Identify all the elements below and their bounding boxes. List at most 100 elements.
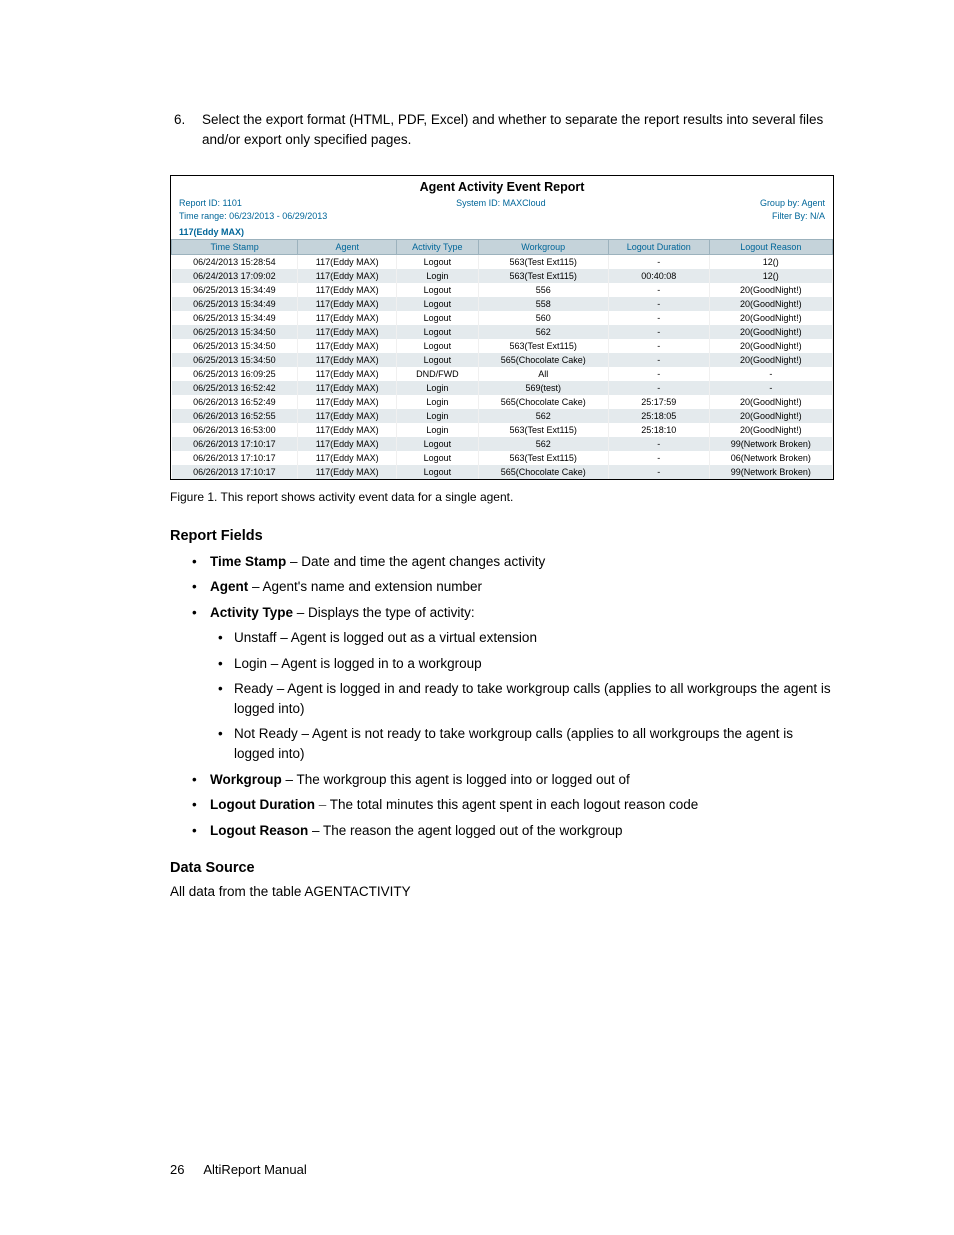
field-item: Time Stamp – Date and time the agent cha… <box>210 552 834 572</box>
field-name: Agent <box>210 579 248 594</box>
table-row: 06/24/2013 15:28:54117(Eddy MAX)Logout56… <box>172 254 833 269</box>
table-cell: - <box>709 381 832 395</box>
table-cell: DND/FWD <box>397 367 478 381</box>
table-cell: - <box>608 353 709 367</box>
table-body: 06/24/2013 15:28:54117(Eddy MAX)Logout56… <box>172 254 833 479</box>
table-cell: 25:18:05 <box>608 409 709 423</box>
table-cell: 562 <box>478 409 608 423</box>
table-cell: 117(Eddy MAX) <box>298 395 397 409</box>
table-row: 06/25/2013 15:34:50117(Eddy MAX)Logout56… <box>172 325 833 339</box>
field-desc: Displays the type of activity: <box>308 605 475 620</box>
table-cell: 06(Network Broken) <box>709 451 832 465</box>
table-cell: Login <box>397 395 478 409</box>
field-subitem: Not Ready – Agent is not ready to take w… <box>234 724 834 763</box>
instruction-item: 6. Select the export format (HTML, PDF, … <box>198 110 834 151</box>
table-cell: 117(Eddy MAX) <box>298 381 397 395</box>
table-row: 06/25/2013 16:52:42117(Eddy MAX)Login569… <box>172 381 833 395</box>
report-screenshot: Agent Activity Event Report Report ID: 1… <box>170 175 834 480</box>
table-cell: 117(Eddy MAX) <box>298 283 397 297</box>
table-cell: Logout <box>397 254 478 269</box>
table-cell: 558 <box>478 297 608 311</box>
table-cell: 117(Eddy MAX) <box>298 353 397 367</box>
field-name: Activity Type <box>210 605 293 620</box>
fields-list: Time Stamp – Date and time the agent cha… <box>170 552 834 841</box>
field-desc: The total minutes this agent spent in ea… <box>330 797 699 812</box>
report-meta-row2: Time range: 06/23/2013 - 06/29/2013 Filt… <box>171 211 833 225</box>
filter-by: Filter By: N/A <box>772 211 825 225</box>
table-header-row: Time StampAgentActivity TypeWorkgroupLog… <box>172 239 833 254</box>
table-cell: 06/25/2013 15:34:50 <box>172 325 298 339</box>
table-cell: 99(Network Broken) <box>709 437 832 451</box>
table-cell: 563(Test Ext115) <box>478 269 608 283</box>
field-subitem: Unstaff – Agent is logged out as a virtu… <box>234 628 834 648</box>
table-cell: 560 <box>478 311 608 325</box>
table-cell: - <box>608 325 709 339</box>
field-item: Agent – Agent's name and extension numbe… <box>210 577 834 597</box>
table-cell: Login <box>397 269 478 283</box>
table-cell: 06/26/2013 16:53:00 <box>172 423 298 437</box>
table-cell: 20(GoodNight!) <box>709 283 832 297</box>
table-cell: - <box>608 381 709 395</box>
table-cell: - <box>608 437 709 451</box>
field-subitem: Ready – Agent is logged in and ready to … <box>234 679 834 718</box>
field-desc: Date and time the agent changes activity <box>301 554 545 569</box>
field-desc: The workgroup this agent is logged into … <box>297 772 630 787</box>
table-cell: 06/25/2013 15:34:50 <box>172 353 298 367</box>
table-cell: - <box>608 254 709 269</box>
table-cell: Logout <box>397 311 478 325</box>
instruction-text: Select the export format (HTML, PDF, Exc… <box>202 112 823 147</box>
table-cell: 565(Chocolate Cake) <box>478 465 608 479</box>
table-cell: 06/25/2013 15:34:49 <box>172 297 298 311</box>
table-cell: 12() <box>709 269 832 283</box>
table-cell: 06/26/2013 16:52:49 <box>172 395 298 409</box>
table-cell: 563(Test Ext115) <box>478 254 608 269</box>
table-header-cell: Logout Duration <box>608 239 709 254</box>
table-cell: Logout <box>397 283 478 297</box>
field-item: Logout Reason – The reason the agent log… <box>210 821 834 841</box>
table-row: 06/25/2013 15:34:50117(Eddy MAX)Logout56… <box>172 339 833 353</box>
table-cell: 12() <box>709 254 832 269</box>
field-item: Workgroup – The workgroup this agent is … <box>210 770 834 790</box>
page: 6. Select the export format (HTML, PDF, … <box>0 0 954 1235</box>
table-cell: 565(Chocolate Cake) <box>478 395 608 409</box>
field-name: Time Stamp <box>210 554 286 569</box>
table-cell: 06/25/2013 16:52:42 <box>172 381 298 395</box>
table-cell: 06/25/2013 15:34:50 <box>172 339 298 353</box>
time-range: Time range: 06/23/2013 - 06/29/2013 <box>179 211 327 225</box>
report-title: Agent Activity Event Report <box>171 176 833 198</box>
table-cell: 117(Eddy MAX) <box>298 254 397 269</box>
table-header-cell: Time Stamp <box>172 239 298 254</box>
field-item: Activity Type – Displays the type of act… <box>210 603 834 764</box>
page-number: 26 <box>170 1162 184 1177</box>
table-cell: 20(GoodNight!) <box>709 353 832 367</box>
table-cell: Login <box>397 381 478 395</box>
table-cell: Login <box>397 423 478 437</box>
table-cell: 569(test) <box>478 381 608 395</box>
table-row: 06/25/2013 15:34:49117(Eddy MAX)Logout56… <box>172 311 833 325</box>
table-row: 06/25/2013 15:34:49117(Eddy MAX)Logout55… <box>172 297 833 311</box>
table-row: 06/26/2013 17:10:17117(Eddy MAX)Logout56… <box>172 465 833 479</box>
table-row: 06/25/2013 15:34:49117(Eddy MAX)Logout55… <box>172 283 833 297</box>
field-name: Logout Duration <box>210 797 315 812</box>
table-cell: 117(Eddy MAX) <box>298 409 397 423</box>
table-cell: Logout <box>397 325 478 339</box>
table-cell: 20(GoodNight!) <box>709 297 832 311</box>
table-row: 06/26/2013 16:52:55117(Eddy MAX)Login562… <box>172 409 833 423</box>
table-row: 06/26/2013 16:52:49117(Eddy MAX)Login565… <box>172 395 833 409</box>
table-cell: 06/26/2013 17:10:17 <box>172 451 298 465</box>
table-row: 06/26/2013 17:10:17117(Eddy MAX)Logout56… <box>172 451 833 465</box>
table-cell: - <box>608 339 709 353</box>
table-header-cell: Agent <box>298 239 397 254</box>
table-row: 06/25/2013 15:34:50117(Eddy MAX)Logout56… <box>172 353 833 367</box>
table-cell: All <box>478 367 608 381</box>
table-cell: 556 <box>478 283 608 297</box>
table-row: 06/25/2013 16:09:25117(Eddy MAX)DND/FWDA… <box>172 367 833 381</box>
field-name: Workgroup <box>210 772 282 787</box>
table-cell: Logout <box>397 451 478 465</box>
table-cell: 20(GoodNight!) <box>709 311 832 325</box>
table-row: 06/26/2013 17:10:17117(Eddy MAX)Logout56… <box>172 437 833 451</box>
section-data-source: Data Source <box>170 860 834 876</box>
report-meta-row1: Report ID: 1101 System ID: MAXCloud Grou… <box>171 198 833 211</box>
table-cell: - <box>608 367 709 381</box>
group-by: Group by: Agent <box>760 198 825 211</box>
